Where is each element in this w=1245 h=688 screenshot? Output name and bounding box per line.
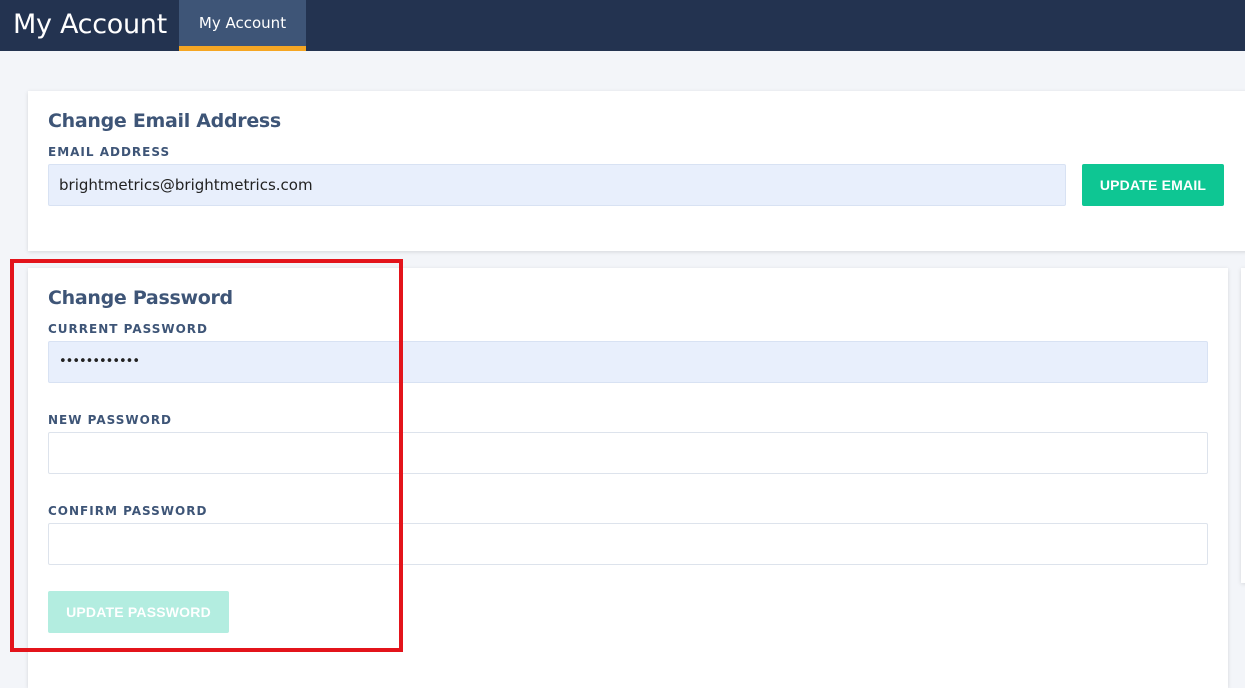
new-password-label: NEW PASSWORD	[48, 413, 173, 427]
update-password-button[interactable]: UPDATE PASSWORD	[48, 591, 229, 633]
change-password-title: Change Password	[48, 287, 233, 309]
change-email-card: Change Email Address EMAIL ADDRESS brigh…	[28, 91, 1245, 251]
confirm-password-field[interactable]	[48, 523, 1208, 565]
app-title: My Account	[13, 9, 167, 40]
current-password-field[interactable]: ••••••••••••	[48, 341, 1208, 383]
email-field[interactable]: brightmetrics@brightmetrics.com	[48, 164, 1066, 206]
change-password-card: Change Password CURRENT PASSWORD •••••••…	[28, 268, 1228, 688]
email-address-label: EMAIL ADDRESS	[48, 145, 171, 159]
tab-my-account[interactable]: My Account	[179, 0, 306, 51]
new-password-field[interactable]	[48, 432, 1208, 474]
change-email-title: Change Email Address	[48, 110, 281, 132]
update-email-button[interactable]: UPDATE EMAIL	[1082, 164, 1224, 206]
adjacent-card-edge	[1241, 268, 1245, 583]
confirm-password-label: CONFIRM PASSWORD	[48, 504, 208, 518]
top-navigation-bar: My Account My Account	[0, 0, 1245, 51]
current-password-label: CURRENT PASSWORD	[48, 322, 208, 336]
